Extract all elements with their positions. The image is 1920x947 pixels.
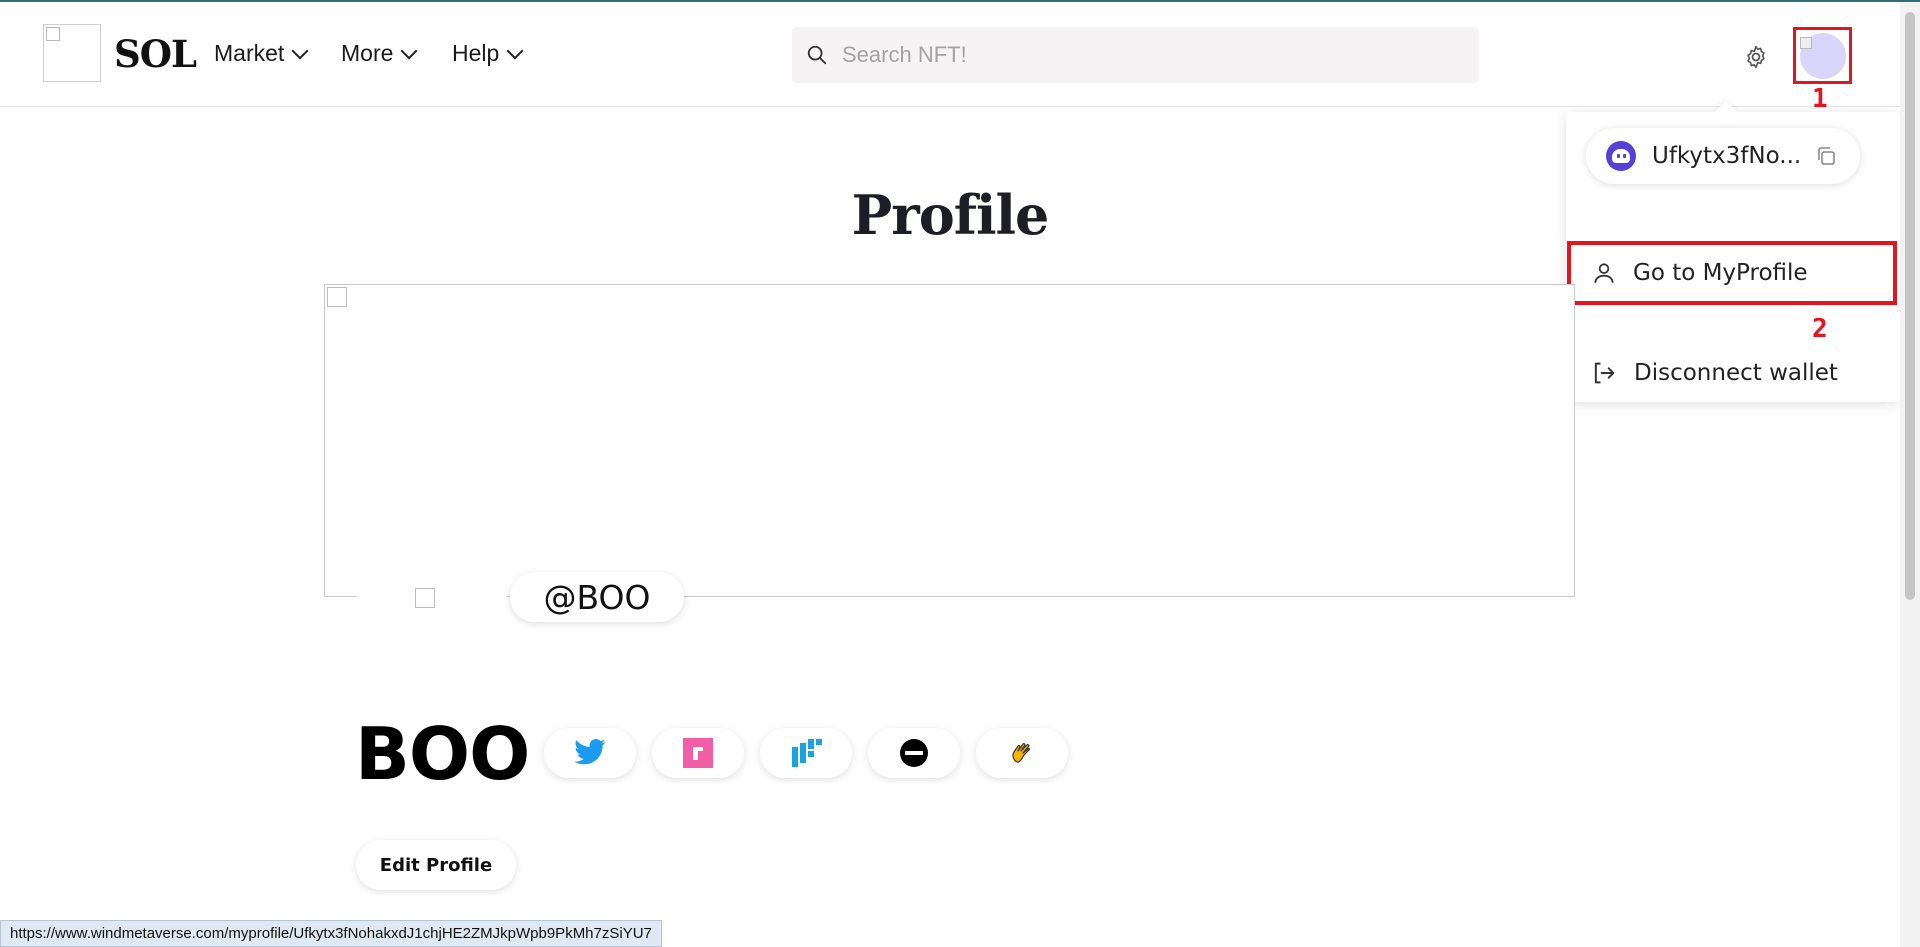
phantom-wallet-icon <box>1606 141 1636 171</box>
waving-hand-link[interactable] <box>976 728 1068 778</box>
waving-hand-icon <box>1012 742 1031 763</box>
account-dropdown: Ufkytx3fNo... Go to MyProfile Disconnect… <box>1566 100 1900 403</box>
twitter-icon <box>574 739 606 765</box>
chevron-down-icon <box>506 42 524 59</box>
annotation-marker-2: 2 <box>1812 314 1828 344</box>
vertical-scrollbar[interactable] <box>1900 2 1920 947</box>
brand-name[interactable]: SOL <box>114 32 197 76</box>
nav-market-label: Market <box>214 40 285 66</box>
nav-help[interactable]: Help <box>452 40 524 67</box>
disconnect-wallet-item[interactable]: Disconnect wallet <box>1570 343 1892 403</box>
page-title: Profile <box>851 183 1050 247</box>
wallet-address: Ufkytx3fNo... <box>1652 143 1802 169</box>
status-bar-url: https://www.windmetaverse.com/myprofile/… <box>0 920 662 947</box>
black-circle-link[interactable] <box>868 728 960 778</box>
chevron-down-icon <box>400 42 418 59</box>
blue-blocks-icon <box>792 739 822 767</box>
search-icon <box>807 45 827 65</box>
profile-banner <box>324 284 1575 597</box>
profile-avatar <box>357 572 507 616</box>
chevron-down-icon <box>291 42 309 59</box>
annotation-marker-1: 1 <box>1812 84 1828 114</box>
twitter-link[interactable] <box>544 728 636 778</box>
broken-image-icon <box>1800 37 1812 49</box>
broken-image-icon <box>415 588 435 608</box>
go-to-myprofile-item[interactable]: Go to MyProfile <box>1567 241 1897 305</box>
user-avatar-button[interactable] <box>1793 27 1852 84</box>
nav-more-label: More <box>341 40 394 66</box>
wallet-address-pill: Ufkytx3fNo... <box>1586 128 1860 184</box>
copy-icon[interactable] <box>1814 144 1838 168</box>
avatar <box>1800 33 1846 79</box>
nav-help-label: Help <box>452 40 500 66</box>
disconnect-wallet-label: Disconnect wallet <box>1634 360 1838 386</box>
go-to-myprofile-label: Go to MyProfile <box>1633 260 1808 286</box>
pink-link[interactable] <box>652 728 744 778</box>
search-bar[interactable] <box>792 27 1479 83</box>
edit-profile-button[interactable]: Edit Profile <box>356 840 516 890</box>
scrollbar-thumb[interactable] <box>1905 12 1915 600</box>
nav-market[interactable]: Market <box>214 40 309 67</box>
user-icon <box>1594 263 1614 283</box>
nav-more[interactable]: More <box>341 40 418 67</box>
search-input[interactable] <box>840 41 1444 69</box>
pink-square-icon <box>683 738 713 768</box>
broken-image-icon <box>46 27 60 41</box>
logout-icon <box>1594 362 1615 384</box>
gear-icon[interactable] <box>1743 44 1769 70</box>
broken-image-icon <box>327 287 347 307</box>
profile-handle: @BOO <box>510 572 684 622</box>
site-logo[interactable] <box>43 24 101 82</box>
profile-name: BOO <box>355 712 530 796</box>
blocks-link[interactable] <box>760 728 852 778</box>
black-circle-icon <box>900 739 928 767</box>
top-header: SOL Market More Help <box>0 2 1900 107</box>
